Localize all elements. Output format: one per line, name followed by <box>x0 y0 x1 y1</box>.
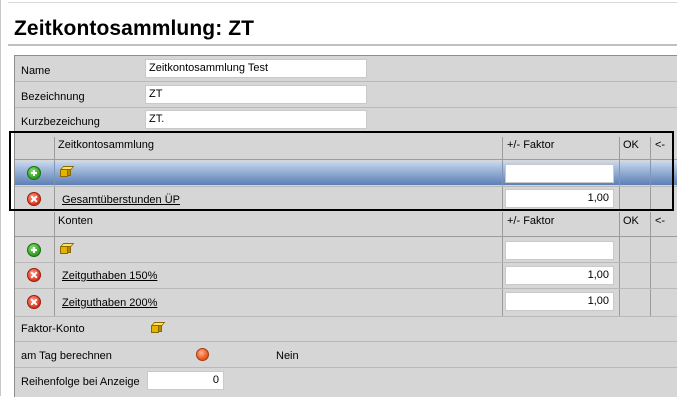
reihenfolge-label: Reihenfolge bei Anzeige <box>21 376 140 388</box>
konto-row-faktor-input[interactable]: 1,00 <box>505 266 614 285</box>
am-tag-value: Nein <box>276 350 299 362</box>
konto-row-link[interactable]: Zeitguthaben 200% <box>62 297 157 309</box>
row-divider <box>15 316 677 317</box>
bezeichnung-label: Bezeichnung <box>21 91 85 103</box>
col-separator <box>54 212 55 316</box>
cube-icon[interactable] <box>60 243 75 254</box>
col-separator <box>619 212 620 316</box>
title-divider <box>8 44 677 46</box>
konten-col-ok[interactable]: OK <box>623 215 639 227</box>
am-tag-label: am Tag berechnen <box>21 350 112 362</box>
row-divider <box>15 236 677 237</box>
row-divider <box>15 367 677 368</box>
name-input[interactable]: Zeitkontosammlung Test <box>145 59 367 78</box>
konto-row-faktor-input[interactable]: 1,00 <box>505 292 614 311</box>
cube-icon[interactable] <box>151 322 166 333</box>
kurzbezeichnung-input[interactable]: ZT. <box>145 110 367 129</box>
bezeichnung-input[interactable]: ZT <box>145 85 367 104</box>
row-divider <box>15 262 677 263</box>
konten-col-faktor[interactable]: +/- Faktor <box>507 215 554 227</box>
row-divider <box>15 107 677 108</box>
konten-col-back[interactable]: <- <box>655 215 665 227</box>
faktor-konto-label: Faktor-Konto <box>21 323 85 335</box>
add-konto-button[interactable] <box>27 243 41 257</box>
konten-header <box>15 212 677 232</box>
delete-konto-row-button[interactable] <box>27 268 41 282</box>
page-title: Zeitkontosammlung: ZT <box>14 17 255 40</box>
reihenfolge-input[interactable]: 0 <box>147 371 224 390</box>
row-divider <box>15 81 677 82</box>
top-strip <box>8 2 677 9</box>
radio-off-icon[interactable] <box>196 348 209 361</box>
highlight-box <box>9 131 674 211</box>
col-separator <box>650 212 651 316</box>
row-divider <box>15 341 677 342</box>
konto-row-link[interactable]: Zeitguthaben 150% <box>62 270 157 282</box>
col-separator <box>502 212 503 316</box>
delete-konto-row-button[interactable] <box>27 295 41 309</box>
konten-new-faktor-input[interactable] <box>505 241 614 260</box>
row-divider <box>15 288 677 289</box>
name-label: Name <box>21 65 51 77</box>
kurzbezeichnung-label: Kurzbezeichung <box>21 116 100 128</box>
konten-col-name[interactable]: Konten <box>58 215 93 227</box>
